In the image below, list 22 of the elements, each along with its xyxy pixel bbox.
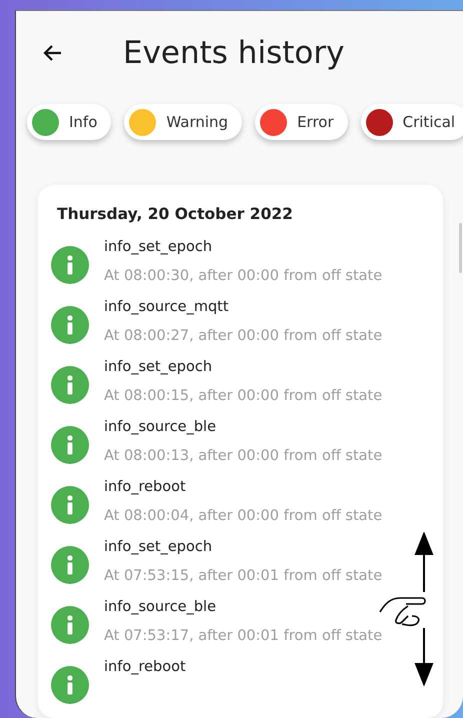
event-name: info_source_ble — [104, 598, 217, 616]
event-name: info_set_epoch — [104, 238, 214, 256]
event-detail: At 08:00:13, after 00:00 from off state — [104, 447, 382, 465]
date-heading: Thursday, 20 October 2022 — [57, 205, 294, 224]
event-detail: At 07:53:17, after 00:01 from off state — [104, 627, 382, 645]
event-detail: At 08:00:15, after 00:00 from off state — [104, 387, 382, 405]
filter-chip[interactable]: Info — [27, 104, 112, 140]
event-name: info_source_ble — [104, 418, 217, 436]
page-title: Events history — [123, 35, 344, 71]
filter-chip[interactable]: Error — [255, 104, 348, 140]
scrollbar — [459, 223, 462, 273]
event-detail: At 08:00:30, after 00:00 from off state — [104, 267, 382, 285]
event-name: info_set_epoch — [104, 358, 214, 376]
event-name: info_reboot — [104, 658, 186, 676]
filter-chip[interactable]: Warning — [124, 104, 242, 140]
event-detail: At 08:00:04, after 00:00 from off state — [104, 507, 382, 525]
event-name: info_reboot — [104, 478, 187, 496]
event-detail: At 07:53:15, after 00:01 from off state — [104, 567, 382, 585]
event-name: info_set_epoch — [104, 538, 214, 556]
event-detail: At 08:00:27, after 00:00 from off state — [104, 327, 382, 345]
filter-chip[interactable]: Critical — [360, 104, 463, 140]
event-name: info_source_mqtt — [104, 298, 230, 316]
